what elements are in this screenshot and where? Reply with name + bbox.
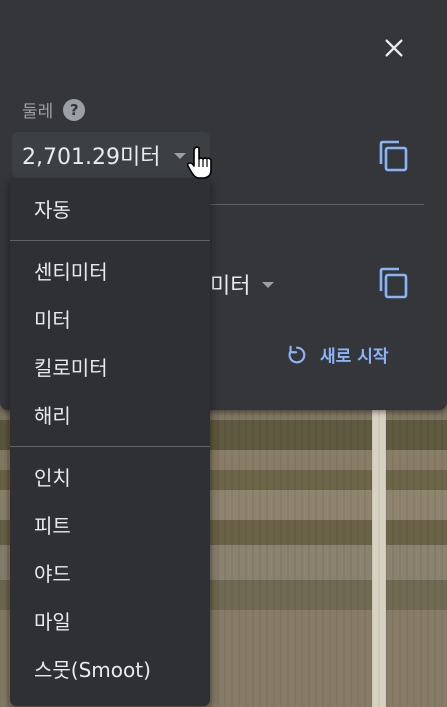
copy-area-button[interactable]: [377, 266, 409, 300]
restart-icon: [288, 345, 306, 363]
menu-item-smoot[interactable]: 스뭇(Smoot): [10, 648, 210, 688]
close-icon: [385, 39, 403, 57]
perimeter-unit-select[interactable]: 2,701.29미터: [12, 132, 210, 178]
menu-item-auto[interactable]: 자동: [10, 188, 210, 228]
menu-item-mile[interactable]: 마일: [10, 600, 210, 640]
copy-icon: [379, 140, 408, 172]
unit-dropdown-menu: 자동 센티미터 미터 킬로미터 해리 인치 피트 야드 마일 스뭇(Smoot): [10, 178, 210, 706]
restart-label: 새로 시작: [320, 347, 389, 367]
menu-item-inch[interactable]: 인치: [10, 456, 210, 496]
menu-divider: [10, 240, 210, 241]
menu-item-nautical-mile[interactable]: 해리: [10, 394, 210, 434]
perimeter-value: 2,701.29미터: [22, 145, 161, 170]
caret-down-icon: [174, 153, 187, 159]
help-circle-icon[interactable]: ?: [63, 98, 86, 121]
menu-item-yard[interactable]: 야드: [10, 552, 210, 592]
perimeter-label-row: 둘레 ?: [22, 97, 86, 122]
perimeter-label: 둘레: [22, 102, 54, 122]
menu-item-foot[interactable]: 피트: [10, 504, 210, 544]
menu-item-centimeter[interactable]: 센티미터: [10, 250, 210, 290]
caret-down-icon: [262, 282, 275, 288]
restart-button[interactable]: 새로 시작: [286, 342, 388, 367]
menu-divider: [10, 446, 210, 447]
area-unit-select[interactable]: 미터: [210, 262, 275, 306]
area-unit-value: 미터: [210, 274, 251, 299]
hand-cursor-icon: [186, 146, 212, 179]
menu-item-meter[interactable]: 미터: [10, 298, 210, 338]
copy-icon: [379, 267, 408, 299]
copy-perimeter-button[interactable]: [377, 139, 409, 173]
close-button[interactable]: [378, 32, 410, 64]
menu-item-kilometer[interactable]: 킬로미터: [10, 346, 210, 386]
section-divider: [210, 204, 424, 205]
